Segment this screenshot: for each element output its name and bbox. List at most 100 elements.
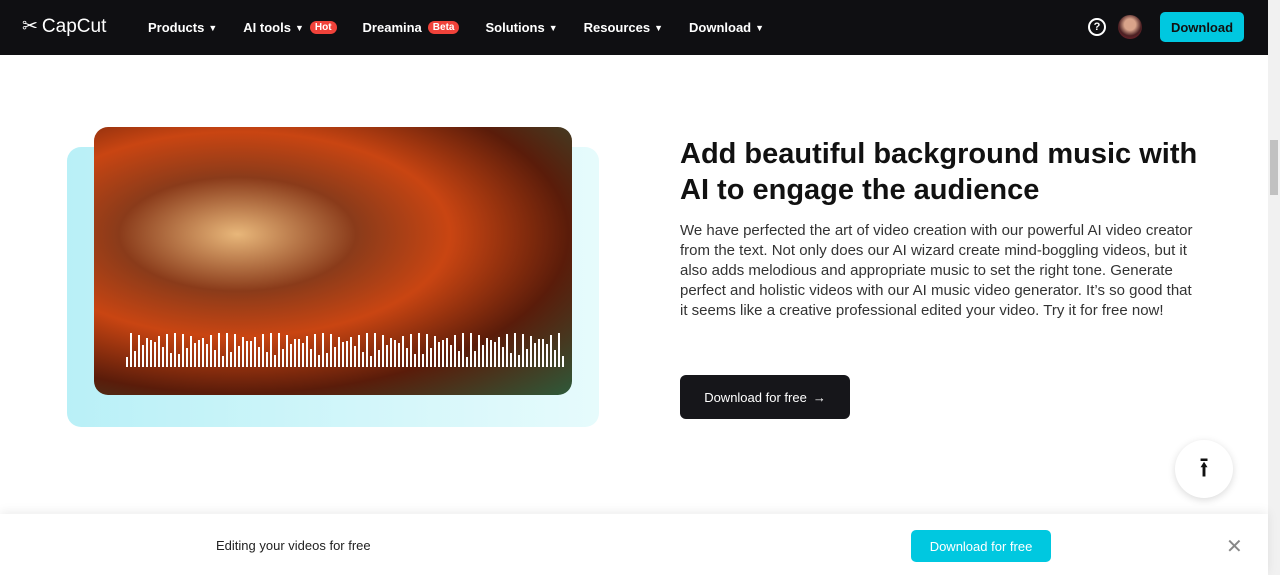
waveform-bar [366,333,368,367]
download-for-free-button[interactable]: Download for free → [680,375,850,419]
waveform-bar [406,348,408,367]
waveform-bar [166,333,168,367]
capcut-logo[interactable]: ✂ CapCut [22,15,106,38]
waveform-bar [278,333,280,367]
waveform-bar [182,333,184,367]
waveform-bar [258,346,260,367]
waveform-bar [334,346,336,367]
waveform-bar [474,351,476,367]
waveform-bar [442,339,444,367]
waveform-bar [502,347,504,367]
waveform-bar [226,333,228,367]
banner-download-button[interactable]: Download for free [911,530,1051,562]
waveform-bar [534,343,536,367]
waveform-bar [330,334,332,367]
waveform-bar [234,334,236,367]
waveform-bar [282,349,284,367]
nav-item-ai-tools[interactable]: AI tools ▼ Hot [243,20,337,35]
waveform-bar [134,350,136,367]
chevron-down-icon: ▼ [755,22,765,33]
waveform-bar [562,355,564,367]
top-nav: ✂ CapCut Products ▼ AI tools ▼ Hot Dreamina Bet… [0,0,1268,55]
waveform-bar [526,348,528,367]
waveform-bar [510,353,512,367]
hero-image [94,127,572,395]
waveform-bar [274,355,276,367]
waveform-bar [450,344,452,367]
waveform-bar [342,341,344,367]
waveform-bar [170,353,172,367]
waveform-bar [346,340,348,367]
waveform-bar [454,334,456,367]
waveform-bar [222,356,224,367]
avatar[interactable] [1118,15,1142,39]
waveform-bar [242,337,244,367]
capcut-logo-icon: ✂ [22,16,38,37]
waveform-bar [518,354,520,367]
waveform-bar [178,354,180,367]
close-icon[interactable]: ✕ [1226,534,1243,559]
audio-waveform [126,331,564,367]
nav-item-products[interactable]: Products ▼ [148,20,217,35]
waveform-bar [542,338,544,367]
waveform-bar [494,341,496,367]
waveform-bar [382,335,384,367]
waveform-bar [210,335,212,367]
waveform-bar [250,341,252,367]
chevron-down-icon: ▼ [548,22,558,33]
waveform-bar [374,333,376,367]
nav-badge: Beta [427,21,460,34]
waveform-bar [506,334,508,367]
nav-badge: Hot [309,21,337,34]
waveform-bar [414,354,416,367]
waveform-bar [238,346,240,367]
nav-item-download[interactable]: Download ▼ [689,20,764,35]
waveform-bar [186,348,188,367]
arrow-right-icon: → [812,389,826,405]
waveform-bar [318,355,320,367]
waveform-bar [522,333,524,367]
waveform-bar [438,342,440,367]
waveform-bar [490,340,492,367]
scrollbar[interactable] [1268,0,1280,575]
waveform-bar [378,350,380,367]
waveform-bar [286,335,288,367]
waveform-bar [466,356,468,367]
waveform-bar [362,351,364,367]
nav-item-dreamina[interactable]: Dreamina Beta [363,20,460,35]
waveform-bar [142,345,144,367]
waveform-bar [462,333,464,367]
nav-item-solutions[interactable]: Solutions ▼ [485,20,557,35]
waveform-bar [422,353,424,367]
waveform-bar [298,339,300,367]
waveform-bar [558,333,560,367]
waveform-bar [550,335,552,367]
waveform-bar [294,338,296,367]
chevron-down-icon: ▼ [654,22,664,33]
waveform-bar [162,347,164,367]
back-to-top-icon[interactable]: ⭱ [1175,440,1233,498]
bottom-banner: Editing your videos for free Download fo… [0,514,1268,575]
waveform-bar [262,334,264,367]
waveform-bar [230,351,232,367]
waveform-bar [546,344,548,367]
section-title: Add beautiful background music with AI t… [680,138,1198,206]
waveform-bar [370,356,372,367]
waveform-bar [358,334,360,367]
waveform-bar [150,340,152,367]
waveform-bar [446,338,448,367]
chevron-down-icon: ▼ [294,22,304,33]
waveform-bar [246,340,248,367]
waveform-bar [386,344,388,367]
waveform-bar [434,336,436,367]
scrollbar-thumb[interactable] [1270,140,1278,195]
nav-download-button[interactable]: Download [1160,12,1244,42]
waveform-bar [138,334,140,367]
waveform-bar [470,333,472,367]
waveform-bar [206,344,208,367]
nav-item-resources[interactable]: Resources ▼ [584,20,663,35]
waveform-bar [514,333,516,367]
help-icon[interactable]: ? [1088,18,1106,36]
waveform-bar [130,333,132,367]
waveform-bar [266,352,268,367]
